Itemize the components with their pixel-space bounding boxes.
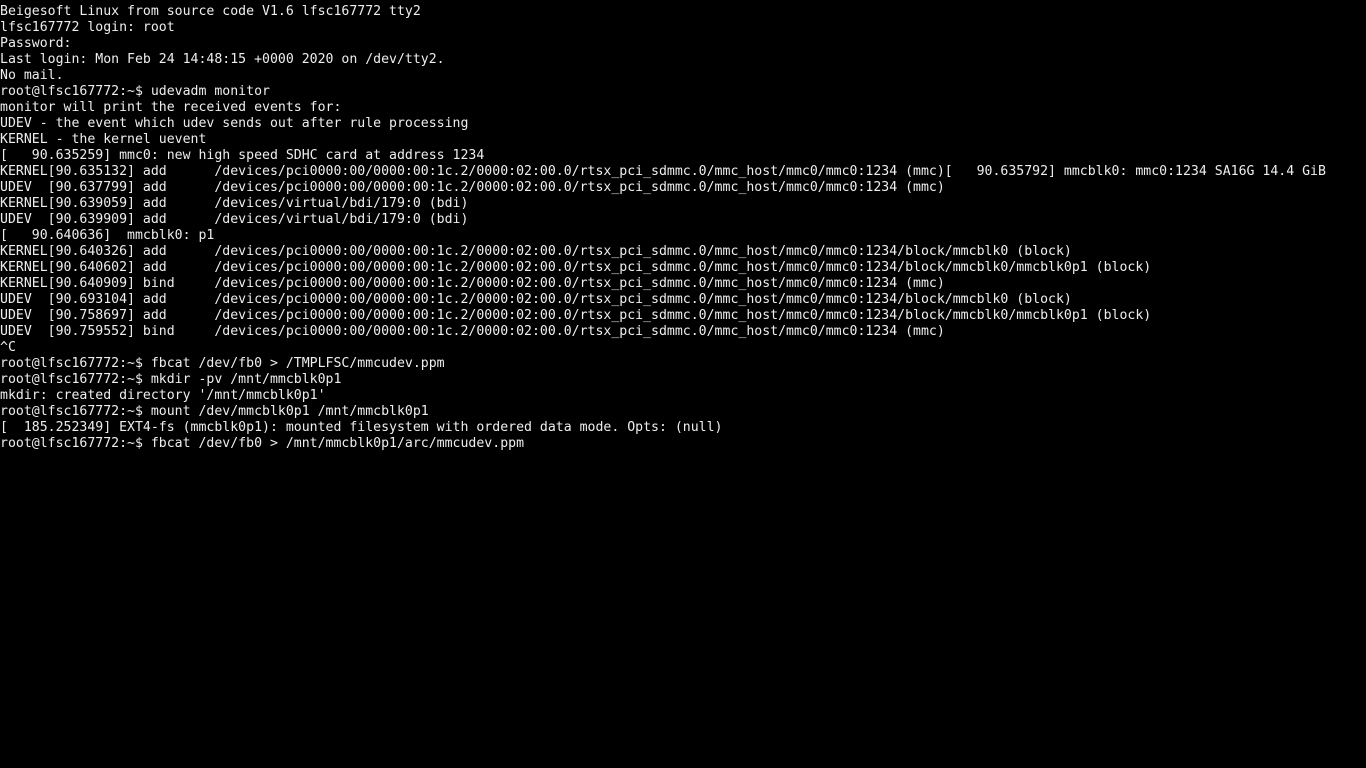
terminal-line: monitor will print the received events f… xyxy=(0,100,1366,116)
terminal-line: UDEV [90.758697] add /devices/pci0000:00… xyxy=(0,308,1366,324)
terminal-line: root@lfsc167772:~$ fbcat /dev/fb0 > /TMP… xyxy=(0,356,1366,372)
terminal-line: root@lfsc167772:~$ mkdir -pv /mnt/mmcblk… xyxy=(0,372,1366,388)
terminal-line: KERNEL[90.640602] add /devices/pci0000:0… xyxy=(0,260,1366,276)
terminal-line: KERNEL[90.635132] add /devices/pci0000:0… xyxy=(0,164,1366,180)
terminal-line: root@lfsc167772:~$ mount /dev/mmcblk0p1 … xyxy=(0,404,1366,420)
terminal-line: mkdir: created directory '/mnt/mmcblk0p1… xyxy=(0,388,1366,404)
terminal-line: [ 185.252349] EXT4-fs (mmcblk0p1): mount… xyxy=(0,420,1366,436)
terminal-line: lfsc167772 login: root xyxy=(0,20,1366,36)
terminal-line: KERNEL[90.640909] bind /devices/pci0000:… xyxy=(0,276,1366,292)
terminal-line: [ 90.635259] mmc0: new high speed SDHC c… xyxy=(0,148,1366,164)
terminal-line: KERNEL[90.640326] add /devices/pci0000:0… xyxy=(0,244,1366,260)
terminal-line: root@lfsc167772:~$ udevadm monitor xyxy=(0,84,1366,100)
terminal-line: Last login: Mon Feb 24 14:48:15 +0000 20… xyxy=(0,52,1366,68)
terminal-line: KERNEL - the kernel uevent xyxy=(0,132,1366,148)
terminal-line: UDEV [90.639909] add /devices/virtual/bd… xyxy=(0,212,1366,228)
terminal-line: [ 90.640636] mmcblk0: p1 xyxy=(0,228,1366,244)
terminal-line: Beigesoft Linux from source code V1.6 lf… xyxy=(0,4,1366,20)
terminal-line: root@lfsc167772:~$ fbcat /dev/fb0 > /mnt… xyxy=(0,436,1366,452)
terminal-line: UDEV - the event which udev sends out af… xyxy=(0,116,1366,132)
terminal-screen[interactable]: Beigesoft Linux from source code V1.6 lf… xyxy=(0,0,1366,452)
terminal-line: ^C xyxy=(0,340,1366,356)
terminal-line: UDEV [90.637799] add /devices/pci0000:00… xyxy=(0,180,1366,196)
terminal-line: UDEV [90.693104] add /devices/pci0000:00… xyxy=(0,292,1366,308)
terminal-line: KERNEL[90.639059] add /devices/virtual/b… xyxy=(0,196,1366,212)
terminal-line: UDEV [90.759552] bind /devices/pci0000:0… xyxy=(0,324,1366,340)
terminal-line: No mail. xyxy=(0,68,1366,84)
terminal-line: Password: xyxy=(0,36,1366,52)
